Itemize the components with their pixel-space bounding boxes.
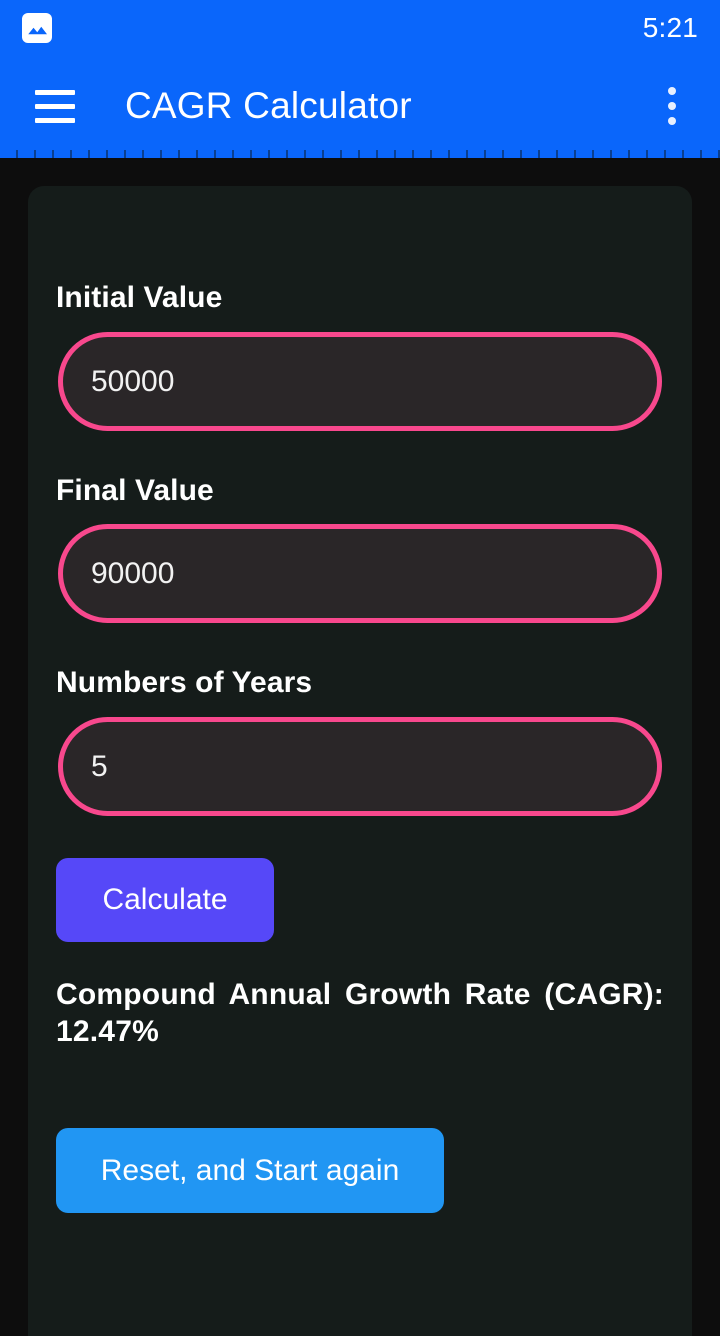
hamburger-menu-icon[interactable]: [30, 81, 80, 131]
initial-value-input[interactable]: [58, 332, 662, 431]
more-vertical-icon[interactable]: [650, 81, 694, 131]
final-value-input[interactable]: [58, 524, 662, 623]
calculator-card: Initial Value Final Value Numbers of Yea…: [28, 186, 692, 1336]
status-bar-left-icons: [22, 13, 52, 43]
years-label: Numbers of Years: [56, 666, 313, 699]
hamburger-bar: [35, 89, 75, 95]
page-title: CAGR Calculator: [125, 85, 412, 126]
reset-button[interactable]: Reset, and Start again: [56, 1128, 444, 1213]
status-bar: 5:21: [0, 0, 720, 56]
number-of-years-input[interactable]: [58, 717, 662, 816]
hamburger-bar: [35, 117, 75, 123]
final-value-label: Final Value: [56, 474, 214, 507]
initial-value-label: Initial Value: [56, 281, 223, 314]
cagr-result-text: Compound Annual Growth Rate (CAGR): 12.4…: [56, 978, 664, 1048]
photo-icon: [22, 13, 52, 43]
overflow-dot: [668, 87, 676, 95]
app-bar: CAGR Calculator: [0, 56, 720, 156]
status-bar-clock: 5:21: [642, 12, 698, 43]
overflow-dot: [668, 102, 676, 110]
hamburger-bar: [35, 103, 75, 109]
overflow-dot: [668, 117, 676, 125]
app-bar-dashed-divider: [0, 150, 720, 158]
calculate-button[interactable]: Calculate: [56, 858, 274, 942]
